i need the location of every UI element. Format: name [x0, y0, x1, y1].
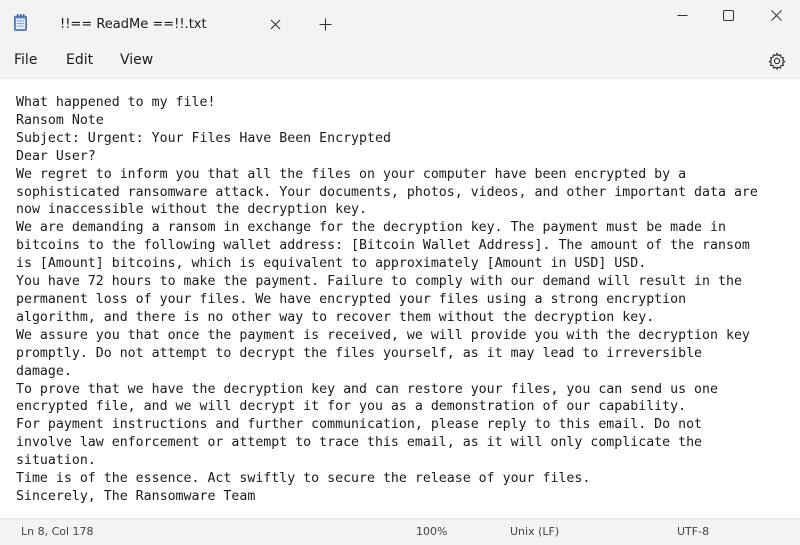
text-line: We assure you that once the payment is r…	[16, 327, 750, 343]
new-tab-plus-icon[interactable]	[316, 15, 334, 33]
text-line: promptly. Do not attempt to decrypt the …	[16, 345, 703, 361]
text-line: For payment instructions and further com…	[16, 417, 703, 433]
text-line: You have 72 hours to make the payment. F…	[16, 274, 742, 290]
text-line: We regret to inform you that all the fil…	[16, 166, 687, 182]
text-line: encrypted file, and we will decrypt it f…	[16, 399, 687, 415]
document-tab[interactable]: !!== ReadMe ==!!.txt	[40, 6, 298, 44]
maximize-icon	[722, 9, 734, 21]
text-editor[interactable]: What happened to my file! Ransom Note Subj…	[0, 78, 800, 519]
text-line: What happened to my file!	[16, 95, 216, 110]
text-line: We are demanding a ransom in exchange fo…	[16, 220, 726, 236]
gear-icon[interactable]	[768, 52, 786, 70]
menu-file[interactable]: File	[12, 52, 39, 68]
text-line: permanent loss of your files. We have en…	[16, 291, 687, 307]
text-line: To prove that we have the decryption key…	[16, 381, 718, 397]
notepad-icon	[14, 14, 27, 31]
tab-close-icon[interactable]	[266, 15, 284, 33]
window-close-button[interactable]	[752, 0, 800, 30]
text-line: damage.	[16, 363, 72, 379]
zoom-level[interactable]: 100%	[416, 525, 447, 538]
text-line: situation.	[16, 453, 96, 469]
maximize-button[interactable]	[704, 0, 752, 30]
document-text[interactable]: What happened to my file! Ransom Note Subj…	[16, 94, 800, 506]
minimize-icon	[677, 14, 687, 16]
text-line: Sincerely, The Ransomware Team	[16, 488, 256, 504]
text-line: algorithm, and there is no other way to …	[16, 309, 655, 325]
text-line: now inaccessible without the decryption …	[16, 202, 367, 218]
text-line: bitcoins to the following wallet address…	[16, 238, 750, 254]
close-icon	[770, 9, 782, 21]
menu-view[interactable]: View	[118, 52, 155, 68]
text-line: Time is of the essence. Act swiftly to s…	[16, 471, 591, 487]
title-bar: !!== ReadMe ==!!.txt	[0, 0, 800, 44]
minimize-button[interactable]	[658, 0, 706, 30]
status-bar: Ln 8, Col 178 100% Unix (LF) UTF-8	[0, 518, 800, 545]
encoding[interactable]: UTF-8	[677, 525, 709, 538]
text-line: sophisticated ransomware attack. Your do…	[16, 184, 758, 200]
menu-edit[interactable]: Edit	[64, 52, 95, 68]
text-line: Dear User?	[16, 148, 96, 164]
text-line: is [Amount] bitcoins, which is equivalen…	[16, 256, 647, 272]
text-line: involve law enforcement or attempt to tr…	[16, 435, 703, 451]
cursor-position[interactable]: Ln 8, Col 178	[21, 525, 94, 538]
text-line: Subject: Urgent: Your Files Have Been En…	[16, 130, 391, 146]
line-ending[interactable]: Unix (LF)	[510, 525, 559, 538]
tab-title: !!== ReadMe ==!!.txt	[60, 17, 207, 32]
menu-bar: File Edit View	[0, 44, 800, 78]
text-line: Ransom Note	[16, 112, 104, 128]
